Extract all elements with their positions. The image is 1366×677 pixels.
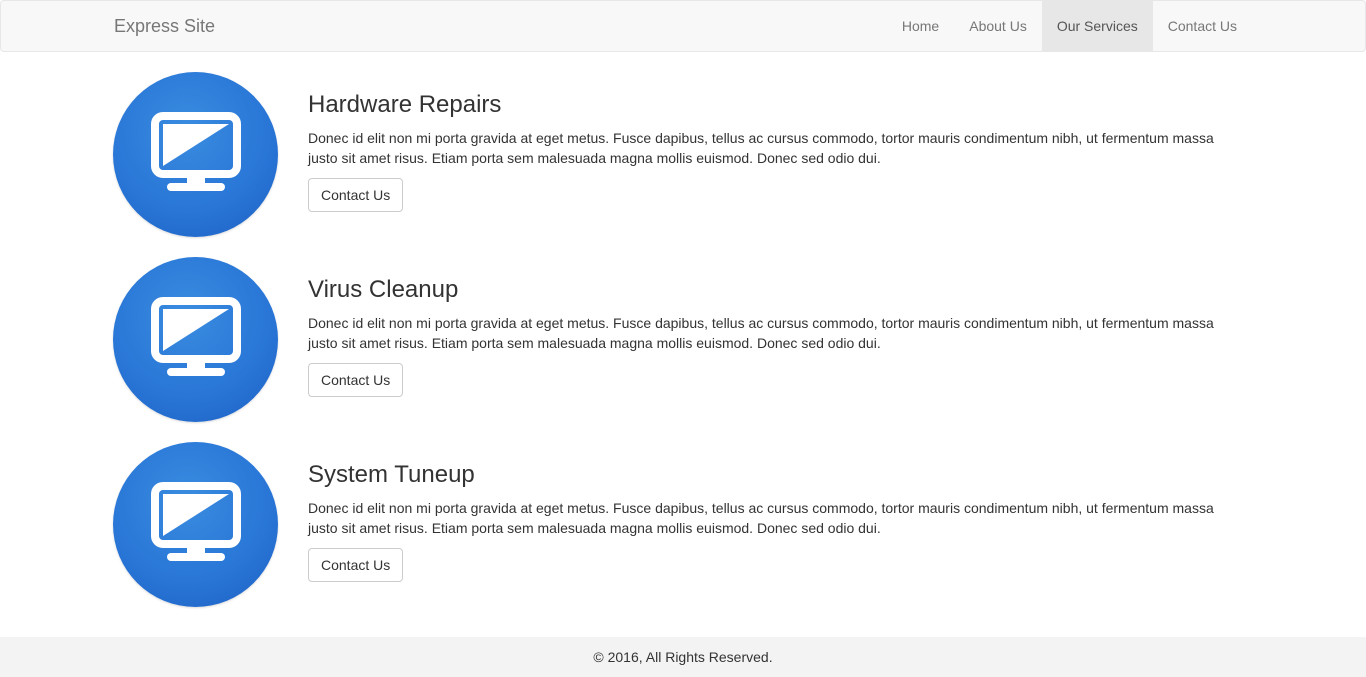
service-title: Hardware Repairs: [308, 91, 502, 118]
service-description: Donec id elit non mi porta gravida at eg…: [308, 130, 1214, 166]
navbar: Express Site Home About Us Our Services …: [0, 0, 1366, 52]
contact-us-button[interactable]: Contact Us: [308, 178, 404, 212]
monitor-icon: [151, 112, 241, 191]
service-title: Virus Cleanup: [308, 276, 459, 303]
nav-menu: Home About Us Our Services Contact Us: [887, 1, 1252, 51]
copyright-text: © 2016, All Rights Reserved.: [593, 649, 773, 665]
service-hardware-repairs: Hardware Repairs Donec id elit non mi po…: [113, 72, 1253, 238]
service-title: System Tuneup: [308, 461, 475, 488]
contact-us-button[interactable]: Contact Us: [308, 548, 404, 582]
service-description: Donec id elit non mi porta gravida at eg…: [308, 500, 1214, 536]
contact-us-button[interactable]: Contact Us: [308, 363, 404, 397]
service-icon-circle: [113, 442, 278, 607]
brand-link[interactable]: Express Site: [114, 1, 215, 51]
nav-item-home[interactable]: Home: [887, 1, 954, 51]
footer: © 2016, All Rights Reserved.: [0, 637, 1366, 677]
service-icon-circle: [113, 257, 278, 422]
nav-item-about-us[interactable]: About Us: [954, 1, 1042, 51]
service-system-tuneup: System Tuneup Donec id elit non mi porta…: [113, 442, 1253, 608]
service-virus-cleanup: Virus Cleanup Donec id elit non mi porta…: [113, 257, 1253, 423]
service-description: Donec id elit non mi porta gravida at eg…: [308, 315, 1214, 351]
nav-item-contact-us[interactable]: Contact Us: [1153, 1, 1252, 51]
monitor-icon: [151, 297, 241, 376]
nav-item-our-services[interactable]: Our Services: [1041, 1, 1153, 51]
monitor-icon: [151, 482, 241, 561]
service-icon-circle: [113, 72, 278, 237]
